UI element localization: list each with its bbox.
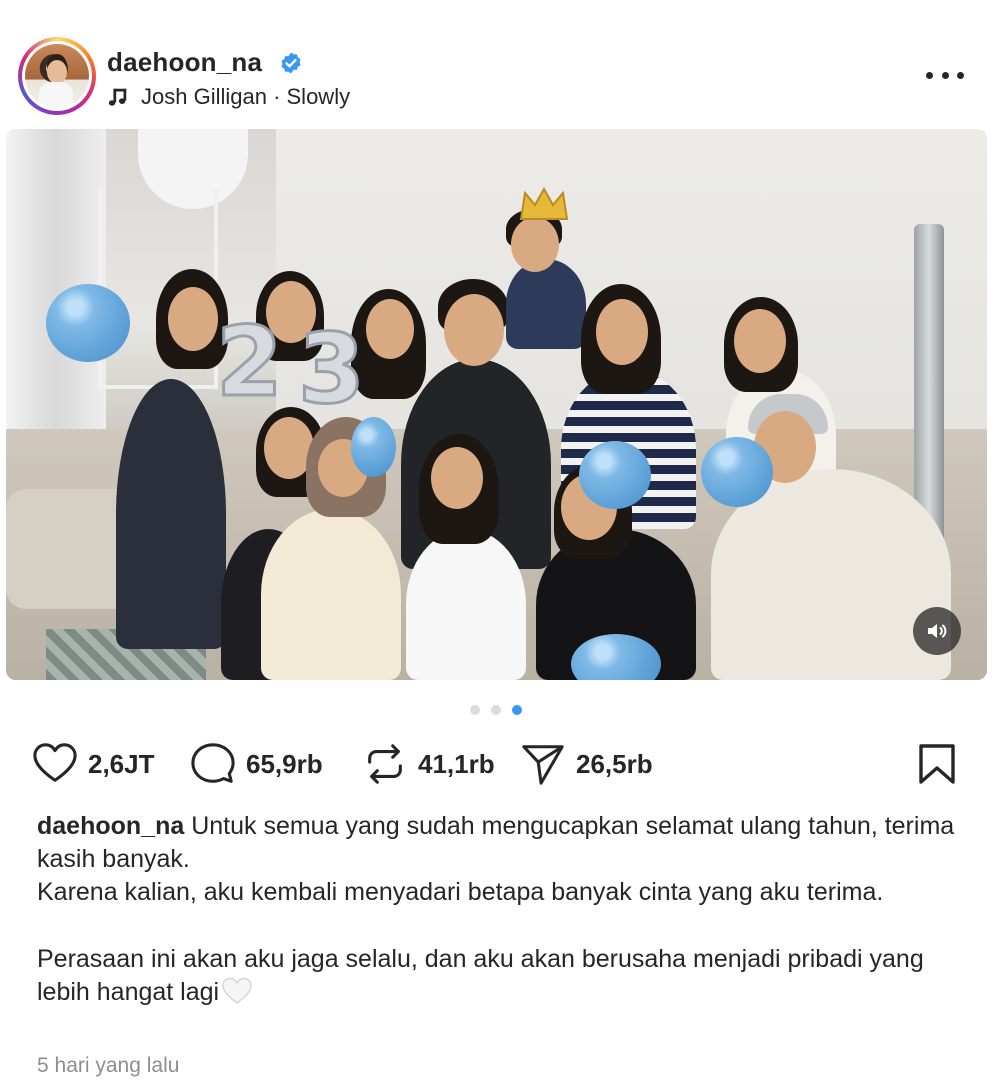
share-button[interactable]: 26,5rb <box>520 740 653 788</box>
like-button[interactable]: 2,6JT <box>32 740 155 788</box>
carousel-indicator <box>470 703 522 717</box>
carousel-dot <box>470 705 480 715</box>
bookmark-icon[interactable] <box>917 743 957 785</box>
comment-icon <box>191 743 235 783</box>
more-options-button[interactable] <box>926 64 964 86</box>
balloon <box>351 417 396 477</box>
repost-icon <box>368 744 402 784</box>
like-count: 2,6JT <box>88 748 155 779</box>
post-actions: 2,6JT 65,9rb 41,1rb 26,5rb <box>32 740 962 788</box>
volume-on-icon <box>928 624 947 638</box>
repost-button[interactable]: 41,1rb <box>362 740 495 788</box>
profile-photo <box>25 44 89 108</box>
balloon <box>579 441 651 509</box>
avatar[interactable] <box>18 37 96 115</box>
number-balloon: 3 <box>297 313 367 425</box>
verified-badge-icon <box>281 52 301 74</box>
comment-count: 65,9rb <box>246 748 323 779</box>
caption-username[interactable]: daehoon_na <box>37 812 184 840</box>
more-horizontal-icon <box>926 71 933 79</box>
balloon <box>701 437 773 507</box>
carousel-dot-active <box>512 705 522 715</box>
post-media[interactable]: 2 3 <box>6 129 987 680</box>
music-attribution[interactable]: Josh Gilligan · Slowly <box>107 83 350 111</box>
post-caption: daehoon_na Untuk semua yang sudah menguc… <box>37 810 957 1009</box>
comment-button[interactable]: 65,9rb <box>190 740 323 788</box>
balloon <box>46 284 130 362</box>
share-count: 26,5rb <box>576 748 653 779</box>
heart-icon <box>33 743 77 782</box>
paper-crown <box>519 187 569 220</box>
white-heart-emoji <box>222 977 252 1004</box>
post-timestamp: 5 hari yang lalu <box>37 1054 180 1077</box>
post-header: daehoon_na Josh Gilligan · Slowly <box>0 0 1000 125</box>
music-note-icon <box>108 88 127 106</box>
caption-text-line3: Perasaan ini akan aku jaga selalu, dan a… <box>37 945 924 1006</box>
caption-text-line2: Karena kalian, aku kembali menyadari bet… <box>37 878 884 906</box>
author-username[interactable]: daehoon_na <box>107 47 262 78</box>
sound-toggle-button[interactable] <box>913 607 961 655</box>
number-balloon: 2 <box>215 306 285 418</box>
repost-count: 41,1rb <box>418 748 495 779</box>
carousel-dot <box>491 705 501 715</box>
send-icon <box>522 745 564 785</box>
music-label: Josh Gilligan · Slowly <box>141 84 351 109</box>
